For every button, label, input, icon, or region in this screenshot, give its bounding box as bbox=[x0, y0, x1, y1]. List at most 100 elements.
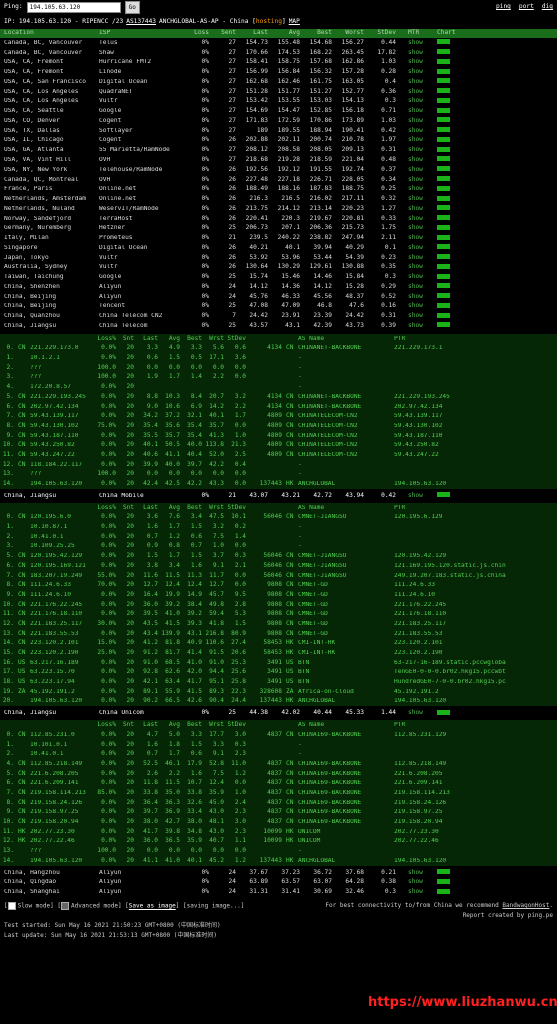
mtr-show-link[interactable]: show bbox=[408, 176, 423, 183]
hop-avg: 68.5 bbox=[165, 658, 180, 666]
cell-isp: Cogent bbox=[99, 137, 122, 144]
hop-country: CN bbox=[18, 581, 26, 589]
cell-last: 45.76 bbox=[249, 292, 268, 300]
mtr-show-link[interactable]: show bbox=[408, 205, 423, 212]
mtr-col-title: Best bbox=[187, 721, 202, 729]
hop-loss: 0.0% bbox=[101, 542, 116, 550]
hop-number: 11. bbox=[2, 610, 14, 618]
mtr-show-link[interactable]: show bbox=[408, 254, 423, 261]
hop-as-country: CN bbox=[286, 629, 294, 637]
hop-stdev: 3.2 bbox=[234, 392, 246, 400]
hop-loss: 70.0% bbox=[97, 581, 116, 589]
hop-sent: 20 bbox=[126, 460, 134, 468]
mtr-show-link[interactable]: show bbox=[408, 97, 423, 104]
hop-stdev: 27.4 bbox=[231, 639, 246, 647]
hop-host: 10.109.25.25 bbox=[30, 543, 75, 550]
cell-sent: 25 bbox=[228, 224, 236, 232]
ping-link[interactable]: ping bbox=[496, 4, 511, 10]
cell-stdev: 0.4 bbox=[384, 77, 396, 85]
mtr-show-link[interactable]: show bbox=[408, 68, 423, 75]
hop-loss: 0.0% bbox=[101, 552, 116, 560]
cell-avg: 151.77 bbox=[277, 87, 300, 95]
mtr-hop-row: 2. 10.41.0.1 0.0% 20 0.7 1.2 0.6 7.5 1.4 - bbox=[0, 532, 557, 542]
mtr-hop-row: 2.??? 100.0 20 0.0 0.0 0.0 0.0 0.0 - bbox=[0, 363, 557, 373]
mtr-show-link[interactable]: show bbox=[408, 273, 423, 280]
mtr-show-link[interactable]: show bbox=[408, 185, 423, 192]
mtr-show-link[interactable]: show bbox=[408, 117, 423, 124]
hop-avg: 41.0 bbox=[165, 856, 180, 864]
hop-sent: 20 bbox=[126, 639, 134, 647]
mtr-show-link[interactable]: show bbox=[408, 322, 423, 329]
dig-link[interactable]: dig bbox=[542, 4, 553, 10]
cell-location: USA, CA, Los Angeles bbox=[4, 98, 79, 105]
hop-number: 14. bbox=[2, 639, 14, 647]
mtr-show-link[interactable]: show bbox=[408, 136, 423, 143]
port-link[interactable]: port bbox=[519, 4, 534, 10]
mtr-show-link[interactable]: show bbox=[408, 224, 423, 231]
go-button[interactable]: Go bbox=[124, 1, 140, 14]
mtr-show-link[interactable]: show bbox=[408, 263, 423, 270]
monitor-row: China, Shanghai Aliyun 0% 24 31.31 31.41 30.69… bbox=[0, 887, 557, 897]
hop-number: 8. bbox=[6, 798, 14, 806]
cell-isp: Digital Ocean bbox=[99, 78, 148, 85]
mtr-show-link[interactable]: show bbox=[408, 869, 423, 876]
mtr-show-link[interactable]: show bbox=[408, 127, 423, 134]
hop-loss: 0.0% bbox=[101, 610, 116, 618]
hop-loss: 0.0% bbox=[101, 629, 116, 637]
ping-input[interactable]: 194.105.63.120 bbox=[26, 2, 121, 13]
bandwagon-link[interactable]: BandwagonHost bbox=[502, 902, 549, 909]
hop-last: 0.7 bbox=[146, 750, 158, 758]
hop-avg: 19.9 bbox=[165, 590, 180, 598]
save-image-link[interactable]: Save as image bbox=[129, 903, 176, 910]
mtr-show-link[interactable]: show bbox=[408, 107, 423, 114]
mtr-show-link[interactable]: show bbox=[408, 492, 423, 499]
mtr-show-link[interactable]: show bbox=[408, 234, 423, 241]
mtr-show-link[interactable]: show bbox=[408, 283, 423, 290]
cell-last: 192.56 bbox=[245, 165, 268, 173]
mtr-show-link[interactable]: show bbox=[408, 215, 423, 222]
latency-bar bbox=[437, 302, 450, 308]
hop-last: 16.4 bbox=[143, 590, 158, 598]
mtr-show-link[interactable]: show bbox=[408, 302, 423, 309]
mtr-show-link[interactable]: show bbox=[408, 888, 423, 895]
mtr-show-link[interactable]: show bbox=[408, 156, 423, 163]
hop-asn: 4837 bbox=[267, 769, 282, 777]
mtr-show-link[interactable]: show bbox=[408, 312, 423, 319]
mtr-show-link[interactable]: show bbox=[408, 146, 423, 153]
hop-number: 0. bbox=[6, 513, 14, 521]
hop-sent: 20 bbox=[126, 687, 134, 695]
hop-country: US bbox=[18, 658, 26, 666]
hop-ptr: 221.229.193.245 bbox=[394, 393, 450, 400]
cell-worst: 37.68 bbox=[345, 868, 364, 876]
mtr-show-link[interactable]: show bbox=[408, 293, 423, 300]
hop-number: 5. bbox=[6, 552, 14, 560]
hop-host: 221.176.18.110 bbox=[30, 611, 83, 618]
hop-best: 1.5 bbox=[190, 740, 202, 748]
mtr-show-link[interactable]: show bbox=[408, 709, 423, 716]
asn-link[interactable]: AS137443 bbox=[126, 18, 156, 25]
hop-asn: 4837 bbox=[267, 788, 282, 796]
hop-number: 2. bbox=[6, 532, 14, 540]
map-link[interactable]: MAP bbox=[289, 18, 300, 25]
mtr-show-link[interactable]: show bbox=[408, 58, 423, 65]
cell-location: France, Paris bbox=[4, 186, 53, 193]
mtr-show-link[interactable]: show bbox=[408, 88, 423, 95]
advanced-mode-checkbox[interactable] bbox=[60, 902, 69, 911]
cell-best: 42.39 bbox=[313, 321, 332, 329]
slow-mode-checkbox[interactable] bbox=[7, 902, 16, 911]
mtr-show-link[interactable]: show bbox=[408, 166, 423, 173]
hop-stdev: 3.0 bbox=[234, 818, 246, 826]
hop-host: 221.176.22.245 bbox=[30, 601, 83, 608]
hop-worst: 11.7 bbox=[209, 571, 224, 579]
latency-chart-cell bbox=[437, 709, 477, 717]
mtr-show-link[interactable]: show bbox=[408, 244, 423, 251]
mtr-show-link[interactable]: show bbox=[408, 49, 423, 56]
hop-host: 111.24.6.33 bbox=[30, 582, 71, 589]
mtr-show-link[interactable]: show bbox=[408, 878, 423, 885]
hop-as-name: BTN bbox=[298, 669, 310, 676]
mtr-show-link[interactable]: show bbox=[408, 195, 423, 202]
mtr-show-link[interactable]: show bbox=[408, 39, 423, 46]
mtr-show-link[interactable]: show bbox=[408, 78, 423, 85]
cell-avg: 188.16 bbox=[277, 185, 300, 193]
latency-chart-cell bbox=[437, 136, 477, 144]
